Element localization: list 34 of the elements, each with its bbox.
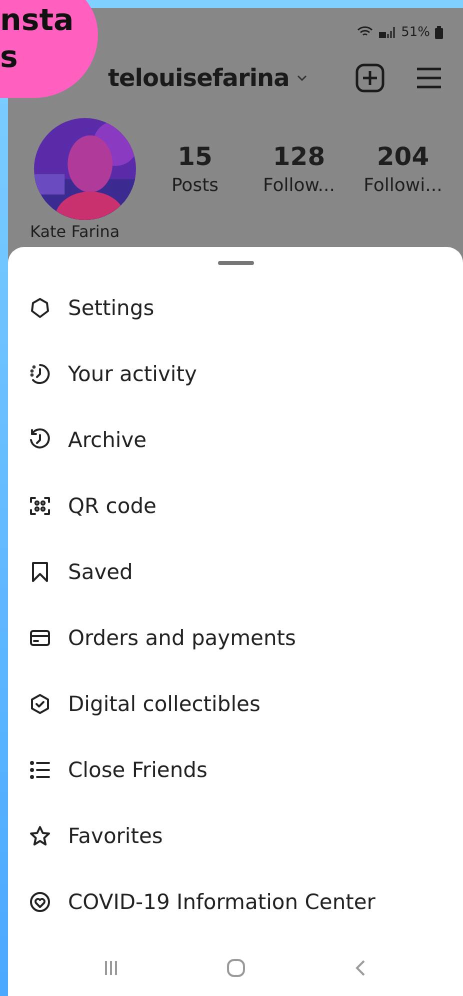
menu-item[interactable]: Close Friends — [8, 737, 463, 803]
qr-code-icon — [28, 494, 52, 518]
settings-icon — [28, 296, 52, 320]
menu-item[interactable]: Favorites — [8, 803, 463, 869]
stat-count: 204 — [376, 142, 430, 171]
bubble-text: s — [0, 39, 19, 76]
username[interactable]: telouisefarina — [108, 64, 290, 92]
signal-icon — [378, 25, 396, 39]
menu-item[interactable]: Your activity — [8, 341, 463, 407]
profile-name: Kate Farina — [29, 221, 121, 241]
menu-item[interactable]: Saved — [8, 539, 463, 605]
menu-icon[interactable] — [415, 66, 443, 90]
star-icon — [28, 824, 52, 848]
stat-label: Follow... — [263, 175, 335, 196]
add-icon[interactable] — [355, 63, 385, 93]
menu-item[interactable]: QR code — [8, 473, 463, 539]
home-icon[interactable] — [224, 957, 246, 979]
shield-check-icon — [28, 692, 52, 716]
stat-count: 15 — [178, 142, 212, 171]
menu-item[interactable]: Orders and payments — [8, 605, 463, 671]
bubble-text: nsta — [0, 2, 75, 39]
stat-label: Posts — [171, 175, 219, 196]
menu-item[interactable]: Archive — [8, 407, 463, 473]
menu-item[interactable]: Settings — [8, 275, 463, 341]
battery-icon — [435, 26, 443, 38]
stat-count: 128 — [272, 142, 326, 171]
menu-item[interactable]: Digital collectibles — [8, 671, 463, 737]
battery-percent: 51% — [401, 24, 430, 40]
drag-handle[interactable] — [218, 261, 254, 265]
menu-item[interactable]: COVID-19 Information Center — [8, 869, 463, 935]
chevron-down-icon[interactable] — [295, 73, 310, 83]
heart-circle-icon — [28, 890, 52, 914]
clock-icon — [28, 362, 52, 386]
stat-label: Followi... — [364, 175, 442, 196]
